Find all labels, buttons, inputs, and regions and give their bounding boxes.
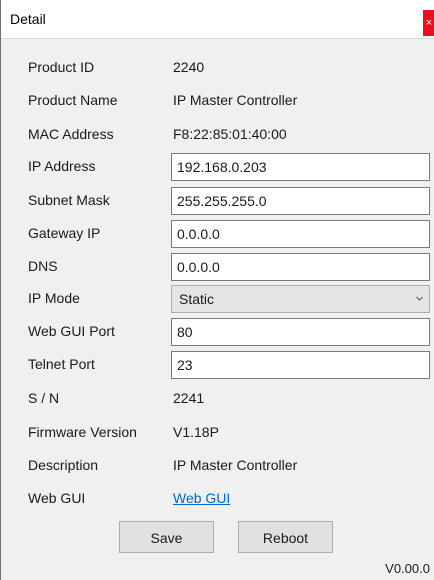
serial-number-label: S / N [28,390,60,406]
row-subnet-mask: Subnet Mask [1,186,434,216]
row-ip-address: IP Address [1,152,434,182]
title-bar: Detail × [1,0,434,39]
chevron-down-icon [416,296,423,301]
save-button[interactable]: Save [119,521,214,553]
row-dns: DNS [1,252,434,282]
mac-address-value: F8:22:85:01:40:00 [173,126,287,142]
dns-label: DNS [28,258,58,274]
ip-mode-select[interactable]: Static [171,285,430,313]
row-mac-address: MAC Address F8:22:85:01:40:00 [1,120,434,150]
subnet-mask-input[interactable] [171,187,430,215]
description-value: IP Master Controller [173,457,298,473]
row-product-id: Product ID 2240 [1,53,434,83]
row-web-gui: Web GUI Web GUI [1,484,434,514]
row-product-name: Product Name IP Master Controller [1,86,434,116]
web-gui-port-input[interactable] [171,318,430,346]
close-button[interactable]: × [423,10,434,36]
product-name-value: IP Master Controller [173,92,298,108]
web-gui-label: Web GUI [28,490,86,506]
detail-dialog: Detail × Product ID 2240 Product Name IP… [0,0,434,580]
mac-address-label: MAC Address [28,126,114,142]
gateway-ip-label: Gateway IP [28,225,101,241]
subnet-mask-label: Subnet Mask [28,192,110,208]
telnet-port-label: Telnet Port [28,356,95,372]
row-ip-mode: IP Mode Static [1,284,434,314]
row-firmware-version: Firmware Version V1.18P [1,418,434,448]
product-id-label: Product ID [28,59,95,75]
window-title: Detail [10,11,46,27]
firmware-version-label: Firmware Version [28,424,137,440]
row-description: Description IP Master Controller [1,451,434,481]
row-gateway-ip: Gateway IP [1,219,434,249]
dns-input[interactable] [171,253,430,281]
web-gui-port-label: Web GUI Port [28,323,115,339]
version-label: V0.00.0 [385,561,430,576]
ip-address-label: IP Address [28,158,96,174]
telnet-port-input[interactable] [171,351,430,379]
row-serial-number: S / N 2241 [1,384,434,414]
ip-mode-value: Static [179,291,215,307]
ip-mode-label: IP Mode [28,290,80,306]
ip-address-input[interactable] [171,153,430,181]
serial-number-value: 2241 [173,390,205,406]
product-name-label: Product Name [28,92,118,108]
web-gui-link[interactable]: Web GUI [173,490,230,506]
gateway-ip-input[interactable] [171,220,430,248]
description-label: Description [28,457,99,473]
product-id-value: 2240 [173,59,205,75]
close-icon: × [425,17,433,29]
firmware-version-value: V1.18P [173,424,219,440]
row-web-gui-port: Web GUI Port [1,317,434,347]
reboot-button[interactable]: Reboot [238,521,333,553]
row-telnet-port: Telnet Port [1,350,434,380]
